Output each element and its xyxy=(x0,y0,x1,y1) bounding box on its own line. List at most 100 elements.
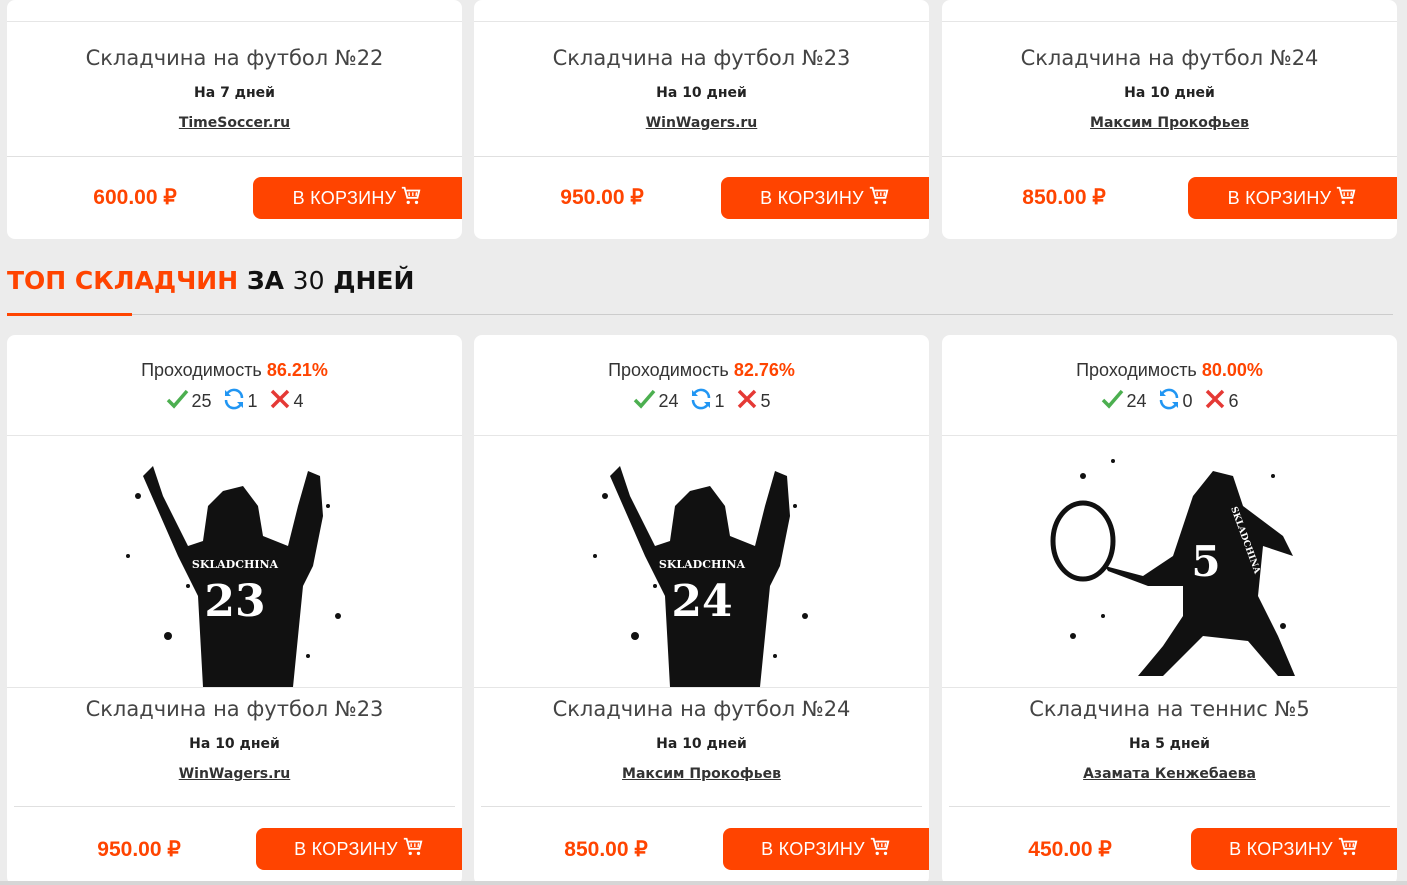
pass-rate: Проходимость 82.76% xyxy=(474,360,929,381)
pass-rate: Проходимость 80.00% xyxy=(942,360,1397,381)
page-bottom-edge xyxy=(0,881,1407,885)
pending-count: 1 xyxy=(247,391,258,411)
fail-count: 5 xyxy=(760,391,771,411)
product-title[interactable]: Складчина на футбол №22 xyxy=(7,46,462,70)
price: 850.00 ₽ xyxy=(1022,186,1106,209)
section-heading-number: 30 xyxy=(292,266,325,295)
pending-count: 0 xyxy=(1182,391,1193,411)
author-link[interactable]: Азамата Кенжебаева xyxy=(942,766,1397,782)
refresh-icon xyxy=(1157,387,1181,416)
cross-icon xyxy=(735,387,759,416)
author-link[interactable]: Максим Прокофьев xyxy=(474,766,929,782)
price: 950.00 ₽ xyxy=(560,186,644,209)
jersey-text: SKLADCHINA xyxy=(658,558,745,571)
add-to-cart-button[interactable]: В КОРЗИНУ xyxy=(1191,828,1397,870)
cart-button-label: В КОРЗИНУ xyxy=(1229,838,1333,859)
section-heading-accent: ТОП СКЛАДЧИН xyxy=(7,266,239,295)
product-image[interactable]: SKLADCHINA 23 xyxy=(7,435,462,688)
duration-label: На 10 дней xyxy=(656,736,747,752)
cart-button-label: В КОРЗИНУ xyxy=(760,187,864,208)
success-count: 25 xyxy=(191,391,212,411)
cart-icon xyxy=(1335,185,1357,212)
fail-count: 6 xyxy=(1228,391,1239,411)
tennis-player-image: SKLADCHINA 5 xyxy=(1042,436,1297,687)
pass-rate-label: Проходимость xyxy=(608,360,729,380)
pass-rate-label: Проходимость xyxy=(1076,360,1197,380)
duration-label: На 10 дней xyxy=(189,736,280,752)
price: 600.00 ₽ xyxy=(93,186,177,209)
refresh-icon xyxy=(689,387,713,416)
divider xyxy=(7,156,462,157)
product-title[interactable]: Складчина на футбол №24 xyxy=(942,46,1397,70)
duration-label: На 7 дней xyxy=(194,85,275,101)
top-product-card: Проходимость 80.00% 24 0 6 SKLADCHINA 5 … xyxy=(942,335,1397,885)
pass-rate-value: 82.76% xyxy=(733,360,795,380)
pending-count: 1 xyxy=(714,391,725,411)
check-icon xyxy=(1100,387,1124,416)
cross-icon xyxy=(268,387,292,416)
section-heading: ТОП СКЛАДЧИН ЗА 30 ДНЕЙ xyxy=(7,266,414,295)
price: 850.00 ₽ xyxy=(564,838,648,861)
section-heading-end: ДНЕЙ xyxy=(324,266,415,295)
jersey-text: SKLADCHINA xyxy=(191,558,278,571)
check-icon xyxy=(165,387,189,416)
divider xyxy=(942,156,1397,157)
add-to-cart-button[interactable]: В КОРЗИНУ xyxy=(721,177,929,219)
divider xyxy=(474,156,929,157)
add-to-cart-button[interactable]: В КОРЗИНУ xyxy=(723,828,929,870)
section-divider xyxy=(7,314,1393,315)
pass-rate-value: 80.00% xyxy=(1201,360,1263,380)
top-product-card: Проходимость 82.76% 24 1 5 SKLADCHINA 24… xyxy=(474,335,929,885)
cart-icon xyxy=(868,185,890,212)
cart-icon xyxy=(402,836,424,863)
duration-label: На 5 дней xyxy=(1129,736,1210,752)
author-link[interactable]: WinWagers.ru xyxy=(7,766,462,782)
cart-icon xyxy=(869,836,891,863)
stats-row: 24 1 5 xyxy=(474,387,929,416)
jersey-number: 23 xyxy=(204,576,265,627)
divider xyxy=(949,806,1390,807)
product-card: Складчина на футбол №23 На 10 дней WinWa… xyxy=(474,0,929,239)
product-title[interactable]: Складчина на футбол №23 xyxy=(474,46,929,70)
check-icon xyxy=(632,387,656,416)
product-card: Складчина на футбол №24 На 10 дней Макси… xyxy=(942,0,1397,239)
section-divider-accent xyxy=(7,313,132,316)
success-count: 24 xyxy=(1126,391,1147,411)
cross-icon xyxy=(1203,387,1227,416)
author-link[interactable]: WinWagers.ru xyxy=(474,115,929,131)
pass-rate: Проходимость 86.21% xyxy=(7,360,462,381)
price: 950.00 ₽ xyxy=(97,838,181,861)
jersey-number: 5 xyxy=(1191,537,1220,586)
add-to-cart-button[interactable]: В КОРЗИНУ xyxy=(1188,177,1397,219)
stats-row: 24 0 6 xyxy=(942,387,1397,416)
product-card: Складчина на футбол №22 На 7 дней TimeSo… xyxy=(7,0,462,239)
football-player-image: SKLADCHINA 24 xyxy=(574,436,829,687)
cart-button-label: В КОРЗИНУ xyxy=(1227,187,1332,208)
add-to-cart-button[interactable]: В КОРЗИНУ xyxy=(256,828,462,870)
stats-row: 25 1 4 xyxy=(7,387,462,416)
duration-label: На 10 дней xyxy=(656,85,747,101)
divider xyxy=(14,806,455,807)
product-image[interactable]: SKLADCHINA 5 xyxy=(942,435,1397,688)
author-link[interactable]: TimeSoccer.ru xyxy=(7,115,462,131)
author-link[interactable]: Максим Прокофьев xyxy=(942,115,1397,131)
pass-rate-label: Проходимость xyxy=(141,360,262,380)
fail-count: 4 xyxy=(293,391,304,411)
product-title[interactable]: Складчина на футбол №23 xyxy=(7,697,462,721)
cart-button-label: В КОРЗИНУ xyxy=(294,838,398,859)
cart-button-label: В КОРЗИНУ xyxy=(761,838,865,859)
price: 450.00 ₽ xyxy=(1028,838,1112,861)
add-to-cart-button[interactable]: В КОРЗИНУ xyxy=(253,177,462,219)
divider xyxy=(7,21,462,22)
divider xyxy=(474,21,929,22)
product-title[interactable]: Складчина на футбол №24 xyxy=(474,697,929,721)
product-title[interactable]: Складчина на теннис №5 xyxy=(942,697,1397,721)
football-player-image: SKLADCHINA 23 xyxy=(107,436,362,687)
cart-icon xyxy=(400,185,422,212)
section-heading-mid: ЗА xyxy=(238,266,293,295)
top-product-card: Проходимость 86.21% 25 1 4 SKLADCHINA 23… xyxy=(7,335,462,885)
divider xyxy=(481,806,922,807)
product-image[interactable]: SKLADCHINA 24 xyxy=(474,435,929,688)
pass-rate-value: 86.21% xyxy=(266,360,328,380)
success-count: 24 xyxy=(658,391,679,411)
